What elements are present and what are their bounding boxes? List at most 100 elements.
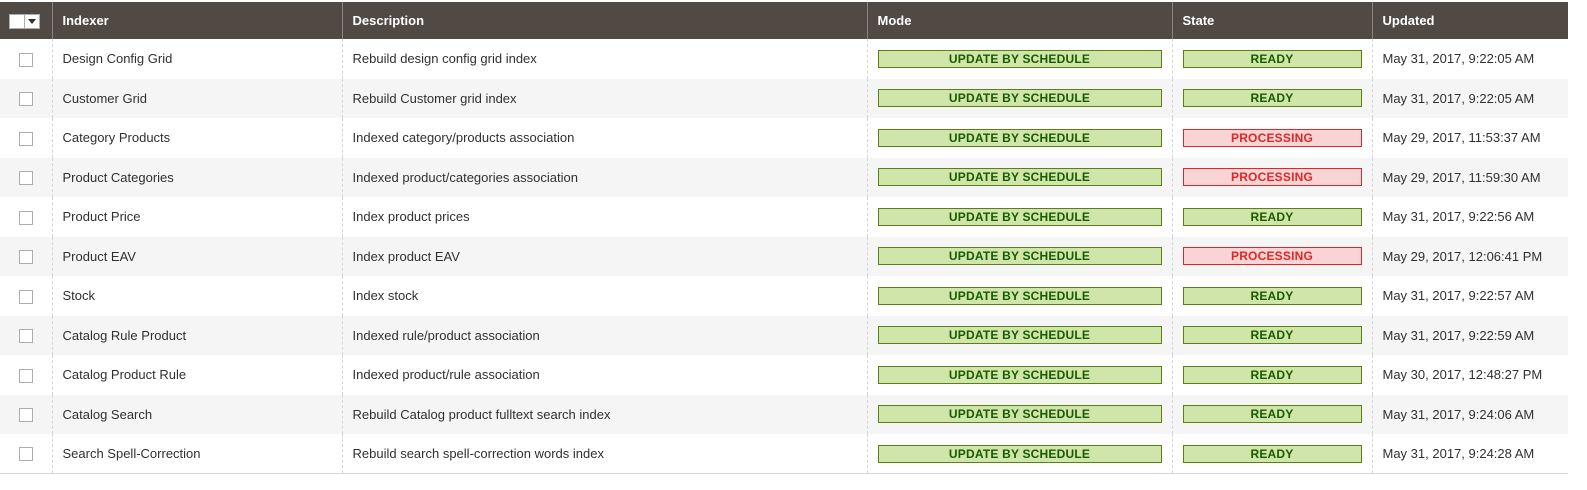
table-row[interactable]: Product EAV Index product EAV UPDATE BY SC… bbox=[0, 236, 1568, 276]
column-header-indexer[interactable]: Indexer bbox=[51, 2, 342, 39]
row-checkbox-cell bbox=[0, 355, 52, 395]
column-header-state[interactable]: State bbox=[1171, 2, 1372, 39]
status-badge: PROCESSING bbox=[1182, 168, 1362, 187]
row-checkbox[interactable] bbox=[18, 52, 33, 67]
indexer-grid: Indexer Description Mode State Updated D… bbox=[0, 2, 1568, 474]
updated-timestamp: May 30, 2017, 12:48:27 PM bbox=[1371, 355, 1568, 395]
mass-select-dropdown[interactable] bbox=[9, 13, 40, 29]
status-badge: READY bbox=[1182, 326, 1362, 345]
mode-badge: UPDATE BY SCHEDULE bbox=[877, 128, 1162, 147]
indexer-description: Indexed rule/product association bbox=[341, 315, 867, 355]
indexer-description: Index stock bbox=[341, 276, 867, 316]
mode-badge: UPDATE BY SCHEDULE bbox=[877, 89, 1162, 108]
indexer-name: Design Config Grid bbox=[51, 39, 342, 79]
indexer-name: Product Price bbox=[51, 197, 342, 237]
indexer-description: Rebuild Customer grid index bbox=[341, 78, 867, 118]
row-checkbox-cell bbox=[0, 78, 52, 118]
indexer-description: Rebuild search spell-correction words in… bbox=[341, 434, 867, 474]
row-checkbox[interactable] bbox=[18, 250, 33, 265]
indexer-name: Search Spell-Correction bbox=[51, 434, 342, 474]
status-badge: PROCESSING bbox=[1182, 247, 1362, 266]
row-checkbox-cell bbox=[0, 118, 52, 158]
row-checkbox[interactable] bbox=[18, 210, 33, 225]
status-badge: READY bbox=[1182, 89, 1362, 108]
row-checkbox[interactable] bbox=[18, 368, 33, 383]
status-badge: READY bbox=[1182, 207, 1362, 226]
mass-select-header bbox=[0, 2, 52, 39]
mode-cell: UPDATE BY SCHEDULE bbox=[866, 39, 1172, 79]
state-cell: PROCESSING bbox=[1171, 118, 1372, 158]
state-cell: READY bbox=[1171, 434, 1372, 474]
state-cell: READY bbox=[1171, 276, 1372, 316]
table-row[interactable]: Category Products Indexed category/produc… bbox=[0, 118, 1568, 158]
mode-badge: UPDATE BY SCHEDULE bbox=[877, 207, 1162, 226]
mode-badge: UPDATE BY SCHEDULE bbox=[877, 405, 1162, 424]
indexer-description: Rebuild Catalog product fulltext search … bbox=[341, 394, 867, 434]
row-checkbox-cell bbox=[0, 276, 52, 316]
row-checkbox[interactable] bbox=[18, 289, 33, 304]
column-header-mode[interactable]: Mode bbox=[866, 2, 1172, 39]
mass-select-checkbox[interactable] bbox=[10, 14, 25, 28]
mode-cell: UPDATE BY SCHEDULE bbox=[866, 434, 1172, 474]
state-cell: PROCESSING bbox=[1171, 236, 1372, 276]
table-body: Design Config Grid Rebuild design config … bbox=[0, 39, 1568, 474]
updated-timestamp: May 31, 2017, 9:22:05 AM bbox=[1371, 39, 1568, 79]
row-checkbox[interactable] bbox=[18, 408, 33, 423]
state-cell: READY bbox=[1171, 355, 1372, 395]
status-badge: READY bbox=[1182, 49, 1362, 68]
updated-timestamp: May 31, 2017, 9:24:06 AM bbox=[1371, 394, 1568, 434]
row-checkbox[interactable] bbox=[18, 171, 33, 186]
state-cell: READY bbox=[1171, 78, 1372, 118]
row-checkbox[interactable] bbox=[18, 131, 33, 146]
indexer-name: Catalog Rule Product bbox=[51, 315, 342, 355]
status-badge: PROCESSING bbox=[1182, 128, 1362, 147]
mode-cell: UPDATE BY SCHEDULE bbox=[866, 157, 1172, 197]
table-row[interactable]: Search Spell-Correction Rebuild search sp… bbox=[0, 434, 1568, 474]
indexer-name: Category Products bbox=[51, 118, 342, 158]
table-row[interactable]: Customer Grid Rebuild Customer grid index… bbox=[0, 78, 1568, 118]
row-checkbox-cell bbox=[0, 39, 52, 79]
indexer-description: Indexed category/products association bbox=[341, 118, 867, 158]
indexer-name: Catalog Search bbox=[51, 394, 342, 434]
table-row[interactable]: Product Categories Indexed product/catego… bbox=[0, 157, 1568, 197]
mode-badge: UPDATE BY SCHEDULE bbox=[877, 365, 1162, 384]
mode-cell: UPDATE BY SCHEDULE bbox=[866, 197, 1172, 237]
mode-cell: UPDATE BY SCHEDULE bbox=[866, 315, 1172, 355]
updated-timestamp: May 31, 2017, 9:24:28 AM bbox=[1371, 434, 1568, 474]
mode-badge: UPDATE BY SCHEDULE bbox=[877, 286, 1162, 305]
row-checkbox-cell bbox=[0, 197, 52, 237]
table-row[interactable]: Design Config Grid Rebuild design config … bbox=[0, 39, 1568, 79]
table-header: Indexer Description Mode State Updated bbox=[0, 2, 1568, 39]
status-badge: READY bbox=[1182, 286, 1362, 305]
table-row[interactable]: Stock Index stock UPDATE BY SCHEDULE READY M… bbox=[0, 276, 1568, 316]
updated-timestamp: May 29, 2017, 12:06:41 PM bbox=[1371, 236, 1568, 276]
table-row[interactable]: Product Price Index product prices UPDATE … bbox=[0, 197, 1568, 237]
mode-cell: UPDATE BY SCHEDULE bbox=[866, 118, 1172, 158]
column-header-updated[interactable]: Updated bbox=[1371, 2, 1568, 39]
row-checkbox-cell bbox=[0, 434, 52, 474]
chevron-down-icon[interactable] bbox=[25, 14, 39, 28]
column-header-description[interactable]: Description bbox=[341, 2, 867, 39]
indexer-name: Product Categories bbox=[51, 157, 342, 197]
indexer-description: Index product prices bbox=[341, 197, 867, 237]
status-badge: READY bbox=[1182, 365, 1362, 384]
row-checkbox[interactable] bbox=[18, 447, 33, 462]
indexer-name: Stock bbox=[51, 276, 342, 316]
mode-cell: UPDATE BY SCHEDULE bbox=[866, 355, 1172, 395]
row-checkbox[interactable] bbox=[18, 329, 33, 344]
mode-cell: UPDATE BY SCHEDULE bbox=[866, 394, 1172, 434]
row-checkbox[interactable] bbox=[18, 92, 33, 107]
table-row[interactable]: Catalog Search Rebuild Catalog product fu… bbox=[0, 394, 1568, 434]
indexer-table: Indexer Description Mode State Updated D… bbox=[0, 2, 1568, 474]
mode-badge: UPDATE BY SCHEDULE bbox=[877, 168, 1162, 187]
mode-badge: UPDATE BY SCHEDULE bbox=[877, 326, 1162, 345]
status-badge: READY bbox=[1182, 444, 1362, 463]
indexer-description: Indexed product/rule association bbox=[341, 355, 867, 395]
table-row[interactable]: Catalog Product Rule Indexed product/rule… bbox=[0, 355, 1568, 395]
indexer-name: Catalog Product Rule bbox=[51, 355, 342, 395]
status-badge: READY bbox=[1182, 405, 1362, 424]
table-row[interactable]: Catalog Rule Product Indexed rule/product… bbox=[0, 315, 1568, 355]
row-checkbox-cell bbox=[0, 157, 52, 197]
row-checkbox-cell bbox=[0, 315, 52, 355]
updated-timestamp: May 31, 2017, 9:22:05 AM bbox=[1371, 78, 1568, 118]
